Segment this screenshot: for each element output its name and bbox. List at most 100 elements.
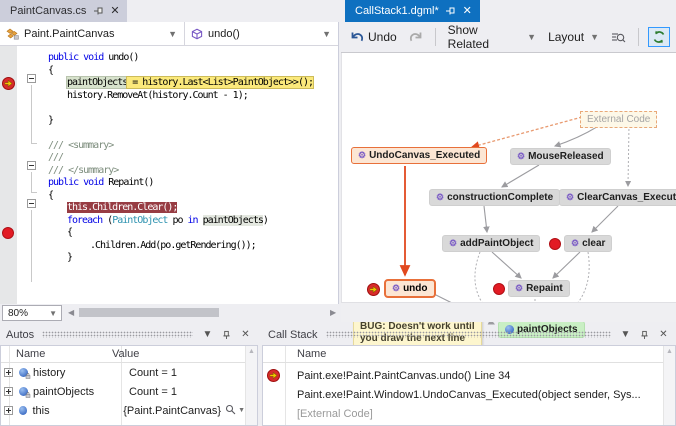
variable-name: this — [32, 405, 115, 417]
code-line[interactable]: { — [0, 65, 338, 78]
vs-ide-window: { "colors": { "accent_blue": "#0E70C0", … — [0, 0, 676, 426]
redo-button[interactable] — [406, 29, 426, 46]
node-undocanvas-executed[interactable]: ⚙UndoCanvas_Executed — [351, 147, 487, 164]
tab-paintcanvas-cs[interactable]: PaintCanvas.cs ✕ — [0, 0, 127, 22]
code-line[interactable]: foreach (PaintObject po in paintObjects) — [0, 215, 338, 228]
node-label: constructionComplete — [447, 192, 553, 203]
close-icon[interactable]: ✕ — [462, 6, 473, 17]
chevron-down-icon[interactable]: ▼ — [238, 407, 245, 414]
node-undo[interactable]: ⚙undo — [384, 279, 436, 298]
filter-search-button[interactable] — [608, 29, 629, 46]
expand-icon[interactable] — [4, 368, 13, 377]
class-dropdown[interactable]: Paint.PaintCanvas ▼ — [0, 22, 185, 45]
code-line[interactable]: public void Repaint() — [0, 177, 338, 190]
column-value[interactable]: Value — [106, 348, 139, 360]
node-constructioncomplete[interactable]: ⚙constructionComplete — [429, 189, 560, 206]
code-line[interactable]: /// </summary> — [0, 165, 338, 178]
callstack-frame[interactable]: Paint.exe!Paint.PaintCanvas.undo() Line … — [263, 366, 663, 385]
node-clear[interactable]: ⚙clear — [564, 235, 612, 252]
autos-scrollbar[interactable]: ▲ — [245, 346, 257, 425]
code-line[interactable]: { — [0, 227, 338, 240]
code-line[interactable]: } — [0, 115, 338, 128]
drag-handle[interactable] — [326, 331, 611, 338]
code-line[interactable]: } — [0, 252, 338, 265]
right-tabstrip: CallStack1.dgml* ✕ — [341, 0, 676, 22]
layout-button[interactable]: Layout ▼ — [545, 28, 602, 46]
breakpoint-icon[interactable] — [549, 238, 561, 250]
edge-mousereleased-constructioncomplete — [502, 165, 539, 187]
code-token: public — [48, 52, 78, 63]
node-addpaintobject[interactable]: ⚙addPaintObject — [442, 235, 540, 252]
code-token: Repaint() — [103, 177, 153, 188]
code-line[interactable]: .Children.Add(po.getRendering()); — [0, 240, 338, 253]
redo-icon — [409, 31, 423, 44]
tab-callstack1-dgml[interactable]: CallStack1.dgml* ✕ — [345, 0, 480, 22]
callstack-frame[interactable]: Paint.exe!Paint.Window1.UndoCanvas_Execu… — [263, 385, 663, 404]
code-line[interactable]: /// <summary> — [0, 140, 338, 153]
method-dropdown[interactable]: undo() ▼ — [185, 22, 338, 45]
magnifier-icon[interactable] — [225, 404, 236, 418]
code-line[interactable] — [0, 102, 338, 115]
callstack-titlebar[interactable]: Call Stack ▼ ✕ — [262, 324, 676, 345]
code-token: /// — [48, 152, 63, 163]
sync-toggle-button[interactable] — [648, 27, 670, 47]
node-mousereleased[interactable]: ⚙MouseReleased — [510, 148, 611, 165]
expand-icon[interactable] — [4, 406, 13, 415]
pin-icon[interactable] — [92, 6, 103, 17]
window-position-icon[interactable]: ▼ — [201, 329, 214, 340]
show-related-button[interactable]: Show Related ▼ — [445, 21, 539, 53]
code-line[interactable]: /// — [0, 152, 338, 165]
autos-row[interactable]: historyCount = 1 — [1, 363, 245, 382]
column-name[interactable]: Name — [263, 348, 326, 360]
method-dropdown-label: undo() — [208, 28, 240, 40]
code-token: void — [83, 177, 103, 188]
window-position-icon[interactable]: ▼ — [619, 329, 632, 340]
code-editor[interactable]: public void undo(){paintObjects = histor… — [0, 46, 338, 304]
close-icon[interactable]: ✕ — [109, 6, 120, 17]
callstack-frame[interactable]: [External Code] — [263, 404, 663, 423]
tab-title: PaintCanvas.cs — [10, 5, 86, 17]
code-token: PaintObject — [112, 215, 167, 226]
editor-zoom-select[interactable]: 80% ▼ — [2, 305, 62, 321]
autos-row[interactable]: paintObjectsCount = 1 — [1, 382, 245, 401]
scroll-right-icon[interactable]: ▶ — [330, 308, 336, 317]
autos-header: Name Value — [1, 346, 245, 363]
code-line[interactable]: this.Children.Clear(); — [0, 202, 338, 215]
dgml-canvas[interactable]: External Code⚙UndoCanvas_Executed⚙MouseR… — [341, 53, 676, 302]
pin-icon[interactable] — [220, 330, 233, 340]
column-name[interactable]: Name — [1, 348, 106, 360]
node-label: addPaintObject — [460, 238, 533, 249]
drag-handle[interactable] — [42, 331, 193, 338]
breakpoint-icon[interactable] — [493, 283, 505, 295]
class-icon — [6, 28, 19, 40]
code-line[interactable] — [0, 127, 338, 140]
undo-button[interactable]: Undo — [347, 28, 400, 46]
gear-icon: ⚙ — [392, 284, 400, 293]
close-icon[interactable]: ✕ — [239, 329, 252, 340]
code-token: void — [83, 52, 103, 63]
callstack-scrollbar[interactable]: ▲ — [663, 346, 675, 425]
node-label: UndoCanvas_Executed — [369, 150, 480, 161]
current-statement-breakpoint-icon[interactable] — [367, 283, 380, 296]
node-repaint[interactable]: ⚙Repaint — [508, 280, 570, 297]
code-line[interactable]: { — [0, 190, 338, 203]
pin-icon[interactable] — [445, 6, 456, 17]
code-line[interactable]: paintObjects = history.Last<List>PaintOb… — [0, 77, 338, 90]
node-external-code[interactable]: External Code — [580, 111, 657, 128]
scroll-up-icon[interactable]: ▲ — [246, 346, 257, 358]
chevron-down-icon: ▼ — [590, 32, 599, 42]
current-frame-icon — [267, 369, 280, 382]
code-token: paintObjects — [203, 215, 263, 226]
scroll-left-icon[interactable]: ◀ — [68, 308, 74, 317]
close-icon[interactable]: ✕ — [657, 329, 670, 340]
expand-icon[interactable] — [4, 387, 13, 396]
autos-row[interactable]: this{Paint.PaintCanvas}▼ — [1, 401, 245, 420]
horizontal-scrollbar-thumb[interactable] — [79, 308, 219, 317]
code-line[interactable]: public void undo() — [0, 52, 338, 65]
code-line[interactable]: history.RemoveAt(history.Count - 1); — [0, 90, 338, 103]
scroll-up-icon[interactable]: ▲ — [664, 346, 675, 358]
node-clearcanvas-executed[interactable]: ⚙ClearCanvas_Executed — [559, 189, 676, 206]
pin-icon[interactable] — [638, 330, 651, 340]
autos-titlebar[interactable]: Autos ▼ ✕ — [0, 324, 258, 345]
code-token: /// </summary> — [48, 165, 118, 176]
